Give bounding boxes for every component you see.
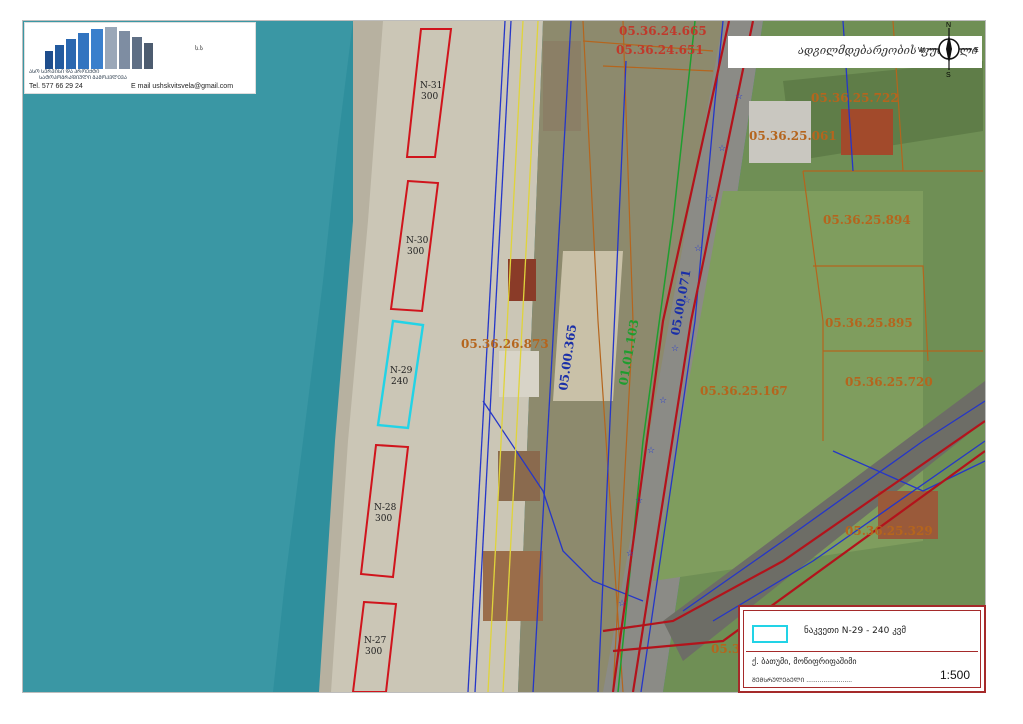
company-phone: Tel. 577 66 29 24 (29, 83, 83, 90)
legend-signature: ᲨᲔᲛᲡᲠᲣᲚᲔᲑᲔᲚᲘ ........................ (752, 677, 853, 684)
lot-number: N-27 (364, 636, 387, 646)
parcel-label: 05.36.26.873 (461, 337, 549, 351)
compass-n: N (946, 22, 951, 29)
lot-area: 300 (407, 247, 424, 257)
lot-area: 300 (421, 92, 438, 102)
svg-text:☆: ☆ (626, 549, 634, 559)
parcel-label: 05.36.25.720 (845, 375, 933, 389)
lot-area: 300 (375, 514, 392, 524)
svg-text:☆: ☆ (735, 92, 743, 102)
lot-area: 240 (391, 377, 408, 387)
parcel-label: 05.36.25.061 (749, 129, 837, 143)
lot-number: N-31 (420, 81, 442, 91)
legend-divider (746, 651, 978, 652)
svg-text:☆: ☆ (647, 446, 655, 456)
company-name-line2: ᲡᲐᲢᲝᲞᲝᲒᲠᲐᲤᲘᲣᲚᲘ ᲒᲐᲛᲝᲙᲕᲚᲔᲕᲐ (39, 75, 127, 81)
email-label: E mail (131, 83, 151, 90)
phone-value: 577 66 29 24 (41, 83, 83, 90)
lot-number: N-30 (406, 236, 429, 246)
svg-text:☆: ☆ (659, 396, 667, 406)
email-value: ushskvitsvela@gmail.com (152, 83, 234, 90)
lot-number: N-29 (390, 366, 413, 376)
legend-box: ნაკვეთი N-29 - 240 კვმ ქ. ბათუმი, მოწიფრ… (738, 605, 986, 693)
parcel-label: 05.36.25.167 (700, 384, 788, 398)
map-frame[interactable]: ☆ ☆ ☆ ☆ ☆ ☆ ☆ ☆ ☆ ☆ ☆ N-31 300 N-30 300 … (22, 20, 986, 693)
building (543, 41, 581, 131)
company-abbr: ს.ს (195, 46, 203, 52)
aerial-map[interactable]: ☆ ☆ ☆ ☆ ☆ ☆ ☆ ☆ ☆ ☆ ☆ N-31 300 N-30 300 … (23, 21, 985, 692)
svg-text:☆: ☆ (618, 599, 626, 609)
svg-text:☆: ☆ (635, 496, 643, 506)
compass-e: E (974, 47, 979, 54)
compass-s: S (946, 72, 951, 78)
parcel-label: 05.36.25.894 (823, 213, 911, 227)
building-roof (508, 259, 536, 301)
map-scale: 1:500 (939, 668, 970, 682)
svg-text:☆: ☆ (718, 144, 726, 154)
legend-lot-text: ნაკვეთი N-29 - 240 კვმ (804, 626, 907, 636)
svg-text:☆: ☆ (671, 344, 679, 354)
legend-address: ქ. ბათუმი, მოწიფრიფაშიმი (752, 657, 857, 666)
parcel-label: 05.36.25.329 (845, 524, 933, 538)
lot-number: N-28 (374, 503, 397, 513)
parcel-label: 05.36.25.895 (825, 316, 913, 330)
svg-text:☆: ☆ (694, 244, 702, 254)
legend-swatch-highlight (752, 625, 788, 643)
parcel-label: 05.36.25.722 (811, 91, 899, 105)
compass-w: W (918, 47, 925, 54)
compass-icon: N S W E (918, 22, 979, 78)
parcel-label: 05.36.24.665 (619, 24, 707, 38)
phone-label: Tel. (29, 83, 40, 90)
svg-text:☆: ☆ (706, 194, 714, 204)
company-logo-icon (45, 27, 153, 69)
company-logo-box: ს.ს ᲐᲡᲝ ᲡᲔᲠᲕᲘᲡᲘ ᲓᲐ ᲞᲠᲝᲔᲥᲢᲘ ᲡᲐᲢᲝᲞᲝᲒᲠᲐᲤᲘᲣᲚ… (24, 22, 256, 94)
parcel-label: 05.36.24.651 (616, 43, 704, 57)
company-email: E mail ushskvitsvela@gmail.com (131, 83, 233, 90)
lot-area: 300 (365, 647, 382, 657)
